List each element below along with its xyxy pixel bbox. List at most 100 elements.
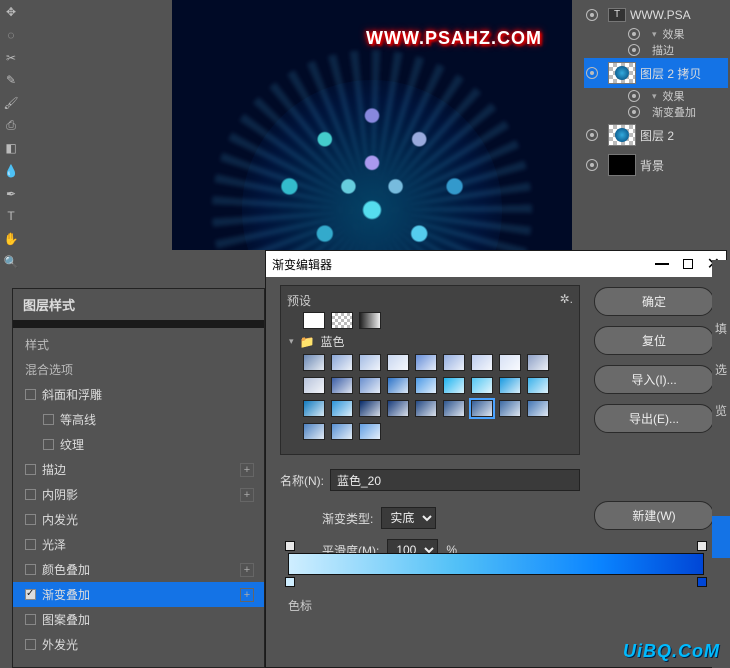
swatch[interactable] (387, 400, 409, 417)
tool-eyedrop-icon[interactable]: ✎ (2, 72, 20, 89)
swatch[interactable] (527, 377, 549, 394)
cancel-button[interactable]: 复位 (594, 326, 714, 355)
tool-move-icon[interactable]: ✥ (2, 4, 20, 21)
gradtype-select[interactable]: 实底 (381, 507, 436, 529)
tool-hand-icon[interactable]: ✋ (2, 231, 20, 248)
minimize-icon[interactable] (655, 263, 669, 265)
checkbox[interactable] (25, 589, 36, 600)
strip-item[interactable]: 览 (715, 402, 727, 419)
style-outerglow[interactable]: 外发光 (13, 632, 264, 657)
ok-button[interactable]: 确定 (594, 287, 714, 316)
visibility-icon[interactable] (586, 67, 598, 79)
swatch[interactable] (331, 377, 353, 394)
swatch[interactable] (387, 377, 409, 394)
gradient-bar[interactable] (288, 553, 704, 575)
add-icon[interactable]: + (240, 488, 254, 502)
swatch[interactable] (415, 400, 437, 417)
swatch[interactable] (527, 354, 549, 371)
swatch[interactable] (303, 377, 325, 394)
visibility-icon[interactable] (586, 9, 598, 21)
swatch[interactable] (331, 312, 353, 329)
swatch[interactable] (471, 354, 493, 371)
checkbox[interactable] (43, 439, 54, 450)
tool-clone-icon[interactable]: ⎙ (2, 117, 20, 134)
style-bevel[interactable]: 斜面和浮雕 (13, 382, 264, 407)
tool-zoom-icon[interactable]: 🔍 (2, 253, 20, 270)
styles-header[interactable]: 样式 (13, 332, 264, 357)
swatch[interactable] (331, 423, 353, 440)
fx-stroke-row[interactable]: 描边 (584, 42, 728, 58)
visibility-icon[interactable] (628, 90, 640, 102)
swatch[interactable] (499, 377, 521, 394)
tool-lasso-icon[interactable]: ◌ (2, 27, 20, 44)
checkbox[interactable] (25, 614, 36, 625)
titlebar[interactable]: 渐变编辑器 ✕ (266, 251, 726, 277)
swatch[interactable] (331, 400, 353, 417)
style-gradientoverlay[interactable]: 渐变叠加+ (13, 582, 264, 607)
swatch[interactable] (443, 400, 465, 417)
document-canvas[interactable]: WWW.PSAHZ.COM (172, 0, 572, 250)
opacity-stop-left[interactable] (285, 541, 295, 551)
style-texture[interactable]: 纹理 (13, 432, 264, 457)
style-satin[interactable]: 光泽 (13, 532, 264, 557)
export-button[interactable]: 导出(E)... (594, 404, 714, 433)
import-button[interactable]: 导入(I)... (594, 365, 714, 394)
swatch[interactable] (331, 354, 353, 371)
swatch[interactable] (359, 377, 381, 394)
fx-row[interactable]: ▾效果 (584, 88, 728, 104)
swatch[interactable] (359, 400, 381, 417)
layer-background[interactable]: 背景 (584, 150, 728, 180)
swatch[interactable] (443, 377, 465, 394)
swatch[interactable] (387, 354, 409, 371)
checkbox[interactable] (25, 639, 36, 650)
add-icon[interactable]: + (240, 588, 254, 602)
checkbox[interactable] (43, 414, 54, 425)
tool-text-icon[interactable]: T (2, 208, 20, 225)
visibility-icon[interactable] (586, 129, 598, 141)
layer-2-copy[interactable]: 图层 2 拷贝 (584, 58, 728, 88)
checkbox[interactable] (25, 389, 36, 400)
layer-2[interactable]: 图层 2 (584, 120, 728, 150)
color-stop-left[interactable] (285, 577, 295, 587)
checkbox[interactable] (25, 514, 36, 525)
swatch[interactable] (443, 354, 465, 371)
checkbox[interactable] (25, 564, 36, 575)
checkbox[interactable] (25, 464, 36, 475)
style-innerglow[interactable]: 内发光 (13, 507, 264, 532)
swatch[interactable] (303, 423, 325, 440)
tool-blur-icon[interactable]: 💧 (2, 163, 20, 180)
strip-item[interactable]: 填 (715, 320, 727, 337)
preset-folder-blue[interactable]: ▾📁蓝色 (289, 333, 573, 350)
swatch[interactable] (471, 377, 493, 394)
gear-icon[interactable]: ✲. (560, 292, 573, 309)
gradient-preview[interactable] (288, 553, 704, 575)
checkbox[interactable] (25, 539, 36, 550)
visibility-icon[interactable] (628, 28, 640, 40)
swatch[interactable] (499, 354, 521, 371)
visibility-icon[interactable] (586, 159, 598, 171)
color-stop-right[interactable] (697, 577, 707, 587)
tool-eraser-icon[interactable]: ◧ (2, 140, 20, 157)
swatch[interactable] (415, 354, 437, 371)
tool-pen-icon[interactable]: ✒ (2, 185, 20, 202)
swatch[interactable] (499, 400, 521, 417)
layer-text[interactable]: T WWW.PSA (584, 4, 728, 26)
swatch[interactable] (359, 423, 381, 440)
visibility-icon[interactable] (628, 106, 640, 118)
swatch[interactable] (527, 400, 549, 417)
fx-gradoverlay-row[interactable]: 渐变叠加 (584, 104, 728, 120)
style-stroke[interactable]: 描边+ (13, 457, 264, 482)
gradient-name-input[interactable] (330, 469, 580, 491)
style-coloroverlay[interactable]: 颜色叠加+ (13, 557, 264, 582)
style-contour[interactable]: 等高线 (13, 407, 264, 432)
swatch[interactable] (471, 400, 493, 417)
swatch[interactable] (415, 377, 437, 394)
tool-brush-icon[interactable]: 🖌 (2, 95, 20, 112)
swatch[interactable] (359, 354, 381, 371)
blend-options[interactable]: 混合选项 (13, 357, 264, 382)
style-innershadow[interactable]: 内阴影+ (13, 482, 264, 507)
maximize-icon[interactable] (683, 259, 693, 269)
strip-item[interactable]: 选 (715, 361, 727, 378)
swatch[interactable] (359, 312, 381, 329)
swatch[interactable] (303, 400, 325, 417)
